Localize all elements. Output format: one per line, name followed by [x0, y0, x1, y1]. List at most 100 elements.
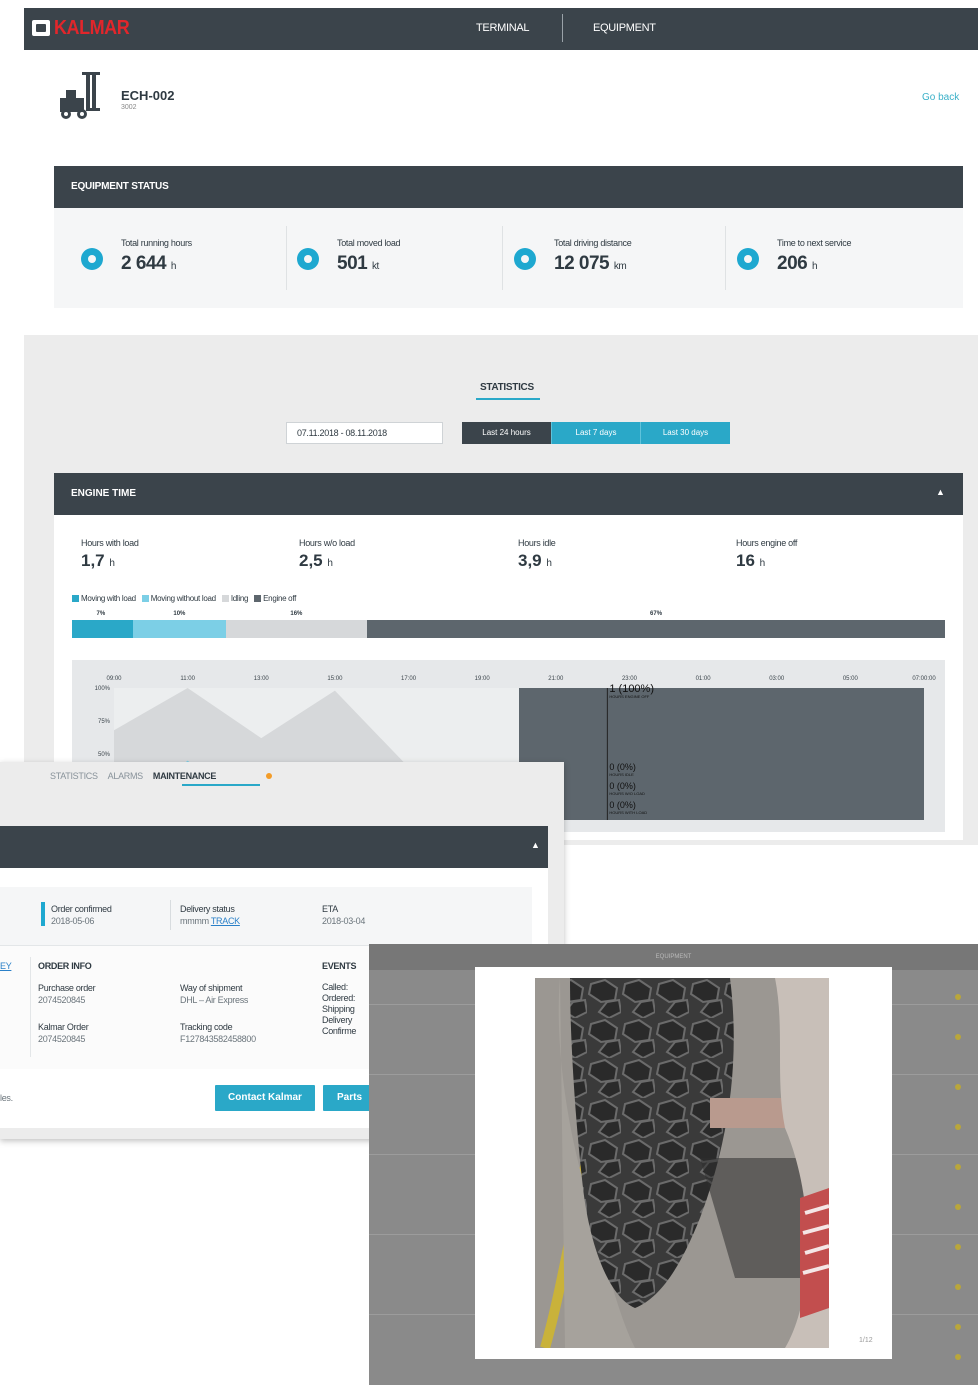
divider: [30, 957, 31, 1057]
status-dot-icon: [955, 1164, 961, 1170]
top-navigation-bar: KALMAR TERMINAL EQUIPMENT: [24, 8, 978, 50]
equipment-status-header: EQUIPMENT STATUS: [54, 166, 963, 208]
kpi-divider: [725, 226, 726, 290]
x-tick-label: 19:00: [475, 676, 491, 682]
x-tick-label: 17:00: [401, 676, 417, 682]
range-last-24-hours-button[interactable]: Last 24 hours: [462, 422, 551, 444]
notification-dot-icon: [266, 773, 272, 779]
share-label: 67%: [650, 611, 663, 617]
hours-without-load: Hours w/o load 2,5 h: [299, 538, 355, 570]
x-tick-label: 03:00: [769, 676, 785, 682]
tab-statistics[interactable]: STATISTICS: [50, 771, 98, 781]
tooltip-value: 0 (0%): [609, 781, 636, 791]
y-tick-label: 75%: [98, 719, 111, 725]
speedometer-icon: [514, 248, 536, 270]
x-tick-label: 13:00: [254, 676, 270, 682]
maintenance-header: [0, 826, 548, 868]
collapse-chevron-icon[interactable]: ▲: [936, 487, 945, 497]
date-range-picker[interactable]: 07.11.2018 - 08.11.2018: [286, 422, 443, 444]
range-last-30-days-button[interactable]: Last 30 days: [640, 422, 730, 444]
legend-swatch: [254, 595, 262, 602]
x-tick-label: 21:00: [548, 676, 564, 682]
tab-alarms[interactable]: ALARMS: [108, 771, 144, 781]
legend-moving-without-load[interactable]: Moving without load: [141, 594, 216, 603]
active-tab-indicator: [476, 398, 540, 400]
x-tick-label: 23:00: [622, 676, 638, 682]
legend-swatch: [72, 595, 79, 602]
hours-with-load: Hours with load 1,7 h: [81, 538, 139, 570]
x-tick-label: 15:00: [327, 676, 343, 682]
tire-photo[interactable]: [485, 978, 882, 1348]
tooltip-label: HOURS ENGINE OFF: [609, 694, 650, 699]
tab-maintenance[interactable]: MAINTENANCE: [153, 771, 217, 781]
y-tick-label: 50%: [98, 752, 111, 758]
active-tab-indicator: [182, 784, 260, 786]
eta: ETA 2018-03-04: [322, 904, 366, 926]
status-dot-icon: [955, 1084, 961, 1090]
track-link[interactable]: TRACK: [211, 916, 240, 926]
kpi-label: Time to next service: [777, 238, 852, 248]
equipment-status-panel: Total running hours 2 644 h Total moved …: [54, 208, 963, 308]
share-segment: [72, 620, 134, 638]
legend-swatch: [141, 595, 149, 602]
kalmar-order: Kalmar Order 2074520845: [38, 1022, 89, 1044]
engine-time-share-bar: [72, 620, 945, 638]
share-segment: [367, 620, 945, 638]
left-text: les.: [0, 1093, 13, 1103]
kpi-divider: [502, 226, 503, 290]
status-dot-icon: [955, 1354, 961, 1360]
kalmar-logo[interactable]: KALMAR: [32, 17, 138, 39]
status-dot-icon: [955, 1124, 961, 1130]
legend-idling[interactable]: Idling: [221, 594, 248, 603]
reach-stacker-icon: [60, 72, 100, 119]
events-title: EVENTS: [322, 961, 357, 971]
status-dot-icon: [955, 1244, 961, 1250]
tooltip-label: HOURS IDLE: [609, 772, 634, 777]
tab-statistics[interactable]: STATISTICS: [480, 382, 534, 393]
x-tick-label: 01:00: [696, 676, 712, 682]
photo-counter: 1/12: [859, 1337, 873, 1344]
left-link[interactable]: EY: [0, 960, 12, 972]
clock-icon: [81, 248, 103, 270]
engine-time-header: ENGINE TIME: [54, 473, 963, 515]
status-dot-icon: [955, 1204, 961, 1210]
nav-equipment[interactable]: EQUIPMENT: [593, 22, 656, 34]
share-segment: [225, 620, 368, 638]
go-back-link[interactable]: Go back: [922, 92, 959, 103]
maintenance-tabs: STATISTICS ALARMS MAINTENANCE: [50, 771, 226, 781]
status-dot-icon: [955, 1324, 961, 1330]
contact-kalmar-button[interactable]: Contact Kalmar: [215, 1085, 315, 1111]
legend-moving-with-load[interactable]: Moving with load: [72, 594, 136, 603]
x-tick-label: 11:00: [180, 676, 195, 682]
divider: [170, 900, 171, 930]
kpi-value: 12 075 km: [554, 253, 627, 274]
events-list: Called: Ordered: Shipping Delivery Confi…: [322, 982, 357, 1036]
delivery-status: Delivery status mmmm TRACK: [180, 904, 240, 926]
y-tick-label: 100%: [95, 686, 111, 692]
weight-icon: [297, 248, 319, 270]
nav-divider: [562, 14, 563, 42]
kpi-value: 501 kt: [337, 253, 379, 274]
order-info-title: ORDER INFO: [38, 961, 92, 971]
tooltip-label: HOURS WITH LOAD: [609, 810, 647, 815]
legend-engine-off[interactable]: Engine off: [254, 594, 296, 603]
nav-terminal[interactable]: TERMINAL: [476, 22, 530, 34]
purchase-order: Purchase order 2074520845: [38, 983, 96, 1005]
equipment-title: ECH-002: [121, 88, 175, 103]
share-segment: [133, 620, 226, 638]
series-area-engine-off: [519, 688, 924, 820]
share-label: 16%: [290, 611, 303, 617]
status-indicator: [41, 902, 45, 926]
range-last-7-days-button[interactable]: Last 7 days: [551, 422, 640, 444]
tooltip-value: 0 (0%): [609, 762, 636, 772]
kpi-value: 206 h: [777, 253, 818, 274]
kpi-divider: [286, 226, 287, 290]
gear-icon: [737, 248, 759, 270]
kpi-label: Total moved load: [337, 238, 401, 248]
status-dot-icon: [955, 1034, 961, 1040]
collapse-chevron-icon[interactable]: ▲: [531, 840, 540, 850]
x-tick-label: 05:00: [843, 676, 859, 682]
order-confirmed: Order confirmed 2018-05-06: [51, 904, 112, 926]
tooltip-label: HOURS W/O LOAD: [609, 791, 645, 796]
kpi-label: Total running hours: [121, 238, 192, 248]
